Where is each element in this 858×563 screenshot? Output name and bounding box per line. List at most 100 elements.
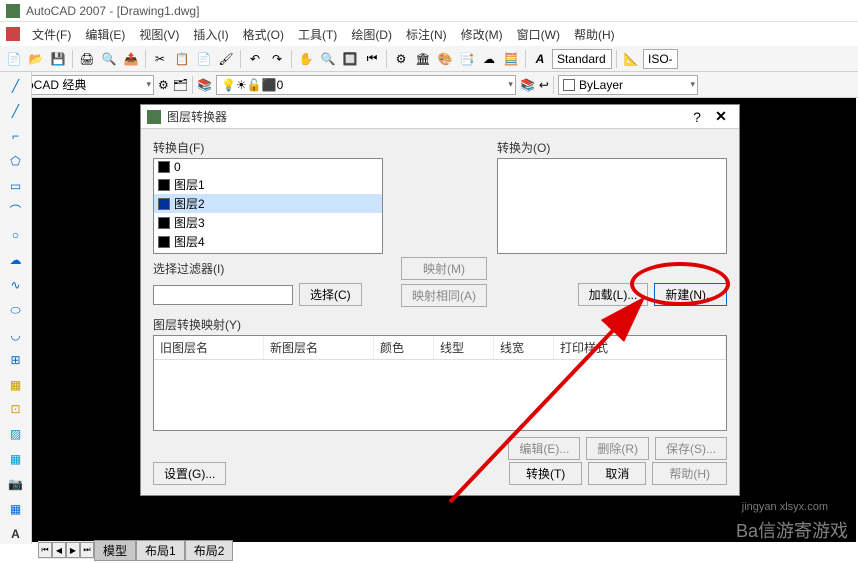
region-icon[interactable]: 📷 — [5, 474, 27, 495]
list-item[interactable]: 图层3 — [154, 213, 382, 232]
menu-file[interactable]: 文件(F) — [26, 24, 77, 45]
menu-tools[interactable]: 工具(T) — [292, 24, 343, 45]
gear-icon[interactable]: ⚙ — [158, 78, 169, 92]
point-icon[interactable]: ⊡ — [5, 399, 27, 420]
tab-first-icon[interactable]: ⏮ — [38, 542, 52, 558]
map-button[interactable]: 映射(M) — [401, 257, 487, 280]
map-same-button[interactable]: 映射相同(A) — [401, 284, 487, 307]
menu-dim[interactable]: 标注(N) — [400, 24, 453, 45]
zoom-prev-icon[interactable]: ⏮ — [362, 49, 382, 69]
save-button[interactable]: 保存(S)... — [655, 437, 727, 460]
layerprops-icon[interactable]: 📚 — [197, 78, 212, 92]
col-lineweight[interactable]: 线宽 — [494, 336, 554, 359]
pan-icon[interactable]: ✋ — [296, 49, 316, 69]
copy-icon[interactable]: 📋 — [172, 49, 192, 69]
markup-icon[interactable]: ☁ — [479, 49, 499, 69]
workspace-icon[interactable]: 🗂 — [173, 78, 188, 92]
rectangle-icon[interactable]: ▭ — [5, 175, 27, 196]
style-combo[interactable]: Standard — [552, 49, 612, 69]
dialog-close-icon[interactable]: ✕ — [709, 108, 733, 125]
cancel-button[interactable]: 取消 — [588, 462, 646, 485]
sheetset-icon[interactable]: 📑 — [457, 49, 477, 69]
revcloud-icon[interactable]: ☁ — [5, 250, 27, 271]
text-icon[interactable]: A — [5, 523, 27, 544]
match-icon[interactable]: 🖌 — [216, 49, 236, 69]
redo-icon[interactable]: ↷ — [267, 49, 287, 69]
menu-help[interactable]: 帮助(H) — [568, 24, 621, 45]
tab-layout1[interactable]: 布局1 — [136, 540, 185, 561]
layerstate-icon[interactable]: 📚 — [520, 78, 535, 92]
help-button[interactable]: 帮助(H) — [652, 462, 727, 485]
polyline-icon[interactable]: ⌐ — [5, 126, 27, 147]
menu-edit[interactable]: 编辑(E) — [79, 24, 131, 45]
save-icon[interactable]: 💾 — [48, 49, 68, 69]
gradient-icon[interactable]: ▦ — [5, 449, 27, 470]
undo-icon[interactable]: ↶ — [245, 49, 265, 69]
paste-icon[interactable]: 📄 — [194, 49, 214, 69]
menu-modify[interactable]: 修改(M) — [455, 24, 509, 45]
cut-icon[interactable]: ✂ — [150, 49, 170, 69]
delete-button[interactable]: 删除(R) — [586, 437, 649, 460]
list-item[interactable]: 图层2 — [154, 194, 382, 213]
filter-input[interactable] — [153, 285, 293, 305]
arc-icon[interactable]: ⌒ — [5, 200, 27, 221]
tab-next-icon[interactable]: ▶ — [66, 542, 80, 558]
menu-view[interactable]: 视图(V) — [133, 24, 185, 45]
load-button[interactable]: 加载(L)... — [578, 283, 649, 306]
designcenter-icon[interactable]: 🏛 — [413, 49, 433, 69]
zoom-icon[interactable]: 🔍 — [318, 49, 338, 69]
convert-button[interactable]: 转换(T) — [509, 462, 582, 485]
textstyle-icon[interactable]: A — [530, 49, 550, 69]
spline-icon[interactable]: ∿ — [5, 275, 27, 296]
new-icon[interactable]: 📄 — [4, 49, 24, 69]
ellipse-icon[interactable]: ⬭ — [5, 300, 27, 321]
dialog-help-icon[interactable]: ? — [685, 109, 709, 125]
table-icon[interactable]: ▦ — [5, 498, 27, 519]
open-icon[interactable]: 📂 — [26, 49, 46, 69]
tab-prev-icon[interactable]: ◀ — [52, 542, 66, 558]
edit-button[interactable]: 编辑(E)... — [508, 437, 580, 460]
ellipsearc-icon[interactable]: ◡ — [5, 324, 27, 345]
tab-layout2[interactable]: 布局2 — [185, 540, 234, 561]
new-button[interactable]: 新建(N)... — [654, 283, 727, 306]
col-old[interactable]: 旧图层名 — [154, 336, 264, 359]
col-plotstyle[interactable]: 打印样式 — [554, 336, 726, 359]
tab-model[interactable]: 模型 — [94, 540, 136, 561]
insert-icon[interactable]: ⊞ — [5, 349, 27, 370]
iso-combo[interactable]: ISO- — [643, 49, 678, 69]
menu-draw[interactable]: 绘图(D) — [345, 24, 398, 45]
list-item[interactable]: 图层4 — [154, 232, 382, 251]
list-item[interactable]: 图层1 — [154, 175, 382, 194]
print-icon[interactable]: 🖨 — [77, 49, 97, 69]
dialog-body: 转换自(F) 0 图层1 图层2 图层3 图层4 选择过滤器(I) 选择(C) … — [141, 129, 739, 470]
layer-combo[interactable]: 💡 ☀ 🔓 ⬛ 0 — [216, 75, 516, 95]
tab-last-icon[interactable]: ⏭ — [80, 542, 94, 558]
hatch-icon[interactable]: ▨ — [5, 424, 27, 445]
preview-icon[interactable]: 🔍 — [99, 49, 119, 69]
mapping-table[interactable]: 旧图层名 新图层名 颜色 线型 线宽 打印样式 — [153, 335, 727, 431]
block-icon[interactable]: ▦ — [5, 374, 27, 395]
line-icon[interactable]: ╱ — [5, 76, 27, 97]
layerprev-icon[interactable]: ↩ — [539, 78, 549, 92]
dimstyle-icon[interactable]: 📐 — [621, 49, 641, 69]
publish-icon[interactable]: 📤 — [121, 49, 141, 69]
to-list[interactable] — [497, 158, 727, 254]
toolpalettes-icon[interactable]: 🎨 — [435, 49, 455, 69]
list-item[interactable]: 0 — [154, 159, 382, 175]
menu-insert[interactable]: 插入(I) — [187, 24, 234, 45]
xline-icon[interactable]: ╱ — [5, 101, 27, 122]
zoom-window-icon[interactable]: 🔲 — [340, 49, 360, 69]
properties-icon[interactable]: ⚙ — [391, 49, 411, 69]
color-combo[interactable]: ByLayer — [558, 75, 698, 95]
settings-button[interactable]: 设置(G)... — [153, 462, 226, 485]
col-color[interactable]: 颜色 — [374, 336, 434, 359]
menu-window[interactable]: 窗口(W) — [511, 24, 566, 45]
calc-icon[interactable]: 🧮 — [501, 49, 521, 69]
col-linetype[interactable]: 线型 — [434, 336, 494, 359]
col-new[interactable]: 新图层名 — [264, 336, 374, 359]
circle-icon[interactable]: ○ — [5, 225, 27, 246]
from-list[interactable]: 0 图层1 图层2 图层3 图层4 — [153, 158, 383, 254]
menu-format[interactable]: 格式(O) — [237, 24, 290, 45]
polygon-icon[interactable]: ⬠ — [5, 151, 27, 172]
select-button[interactable]: 选择(C) — [299, 283, 362, 306]
